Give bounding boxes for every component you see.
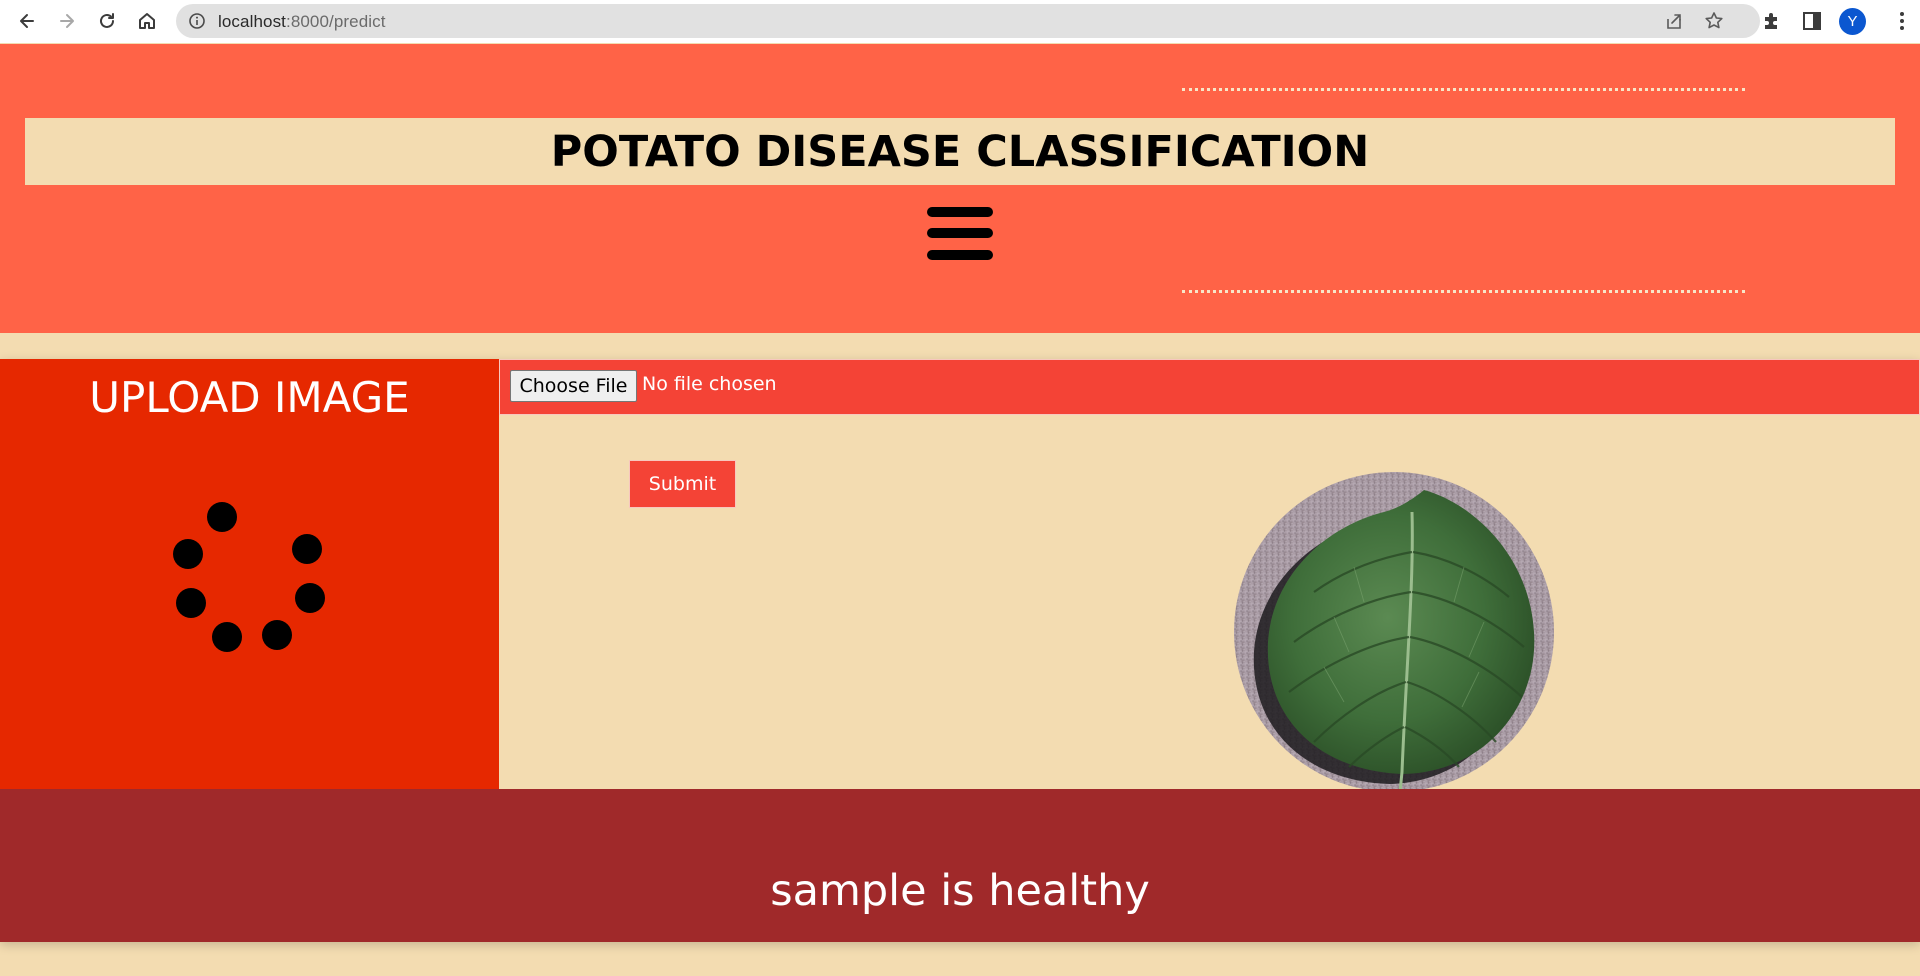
choose-file-button[interactable]: Choose File	[510, 370, 637, 402]
side-panel-icon[interactable]	[1801, 10, 1823, 32]
header-divider-top	[1182, 88, 1745, 91]
more-menu-icon[interactable]	[1898, 10, 1906, 32]
header-divider-bottom	[1182, 290, 1745, 293]
back-arrow-icon[interactable]	[13, 7, 41, 35]
url-path: :8000/predict	[286, 12, 386, 31]
star-icon[interactable]	[1704, 11, 1724, 31]
loading-spinner-icon	[0, 359, 499, 789]
url-host: localhost	[218, 12, 286, 31]
submit-button[interactable]: Submit	[629, 460, 736, 508]
forward-arrow-icon[interactable]	[53, 7, 81, 35]
uploaded-leaf-image	[1234, 472, 1554, 792]
home-icon[interactable]	[133, 7, 161, 35]
reload-icon[interactable]	[93, 7, 121, 35]
share-icon[interactable]	[1664, 11, 1684, 31]
result-bar: sample is healthy	[0, 789, 1920, 942]
prediction-result-text: sample is healthy	[770, 866, 1150, 916]
hamburger-menu-icon[interactable]	[927, 205, 993, 265]
file-input-bar: Choose File No file chosen	[499, 359, 1920, 415]
preview-area: Submit	[499, 415, 1920, 792]
extensions-icon[interactable]	[1761, 10, 1783, 32]
page-title: POTATO DISEASE CLASSIFICATION	[550, 126, 1370, 177]
address-bar[interactable]: localhost:8000/predict	[176, 4, 1760, 38]
file-status-text: No file chosen	[642, 373, 777, 395]
title-band: POTATO DISEASE CLASSIFICATION	[25, 118, 1895, 185]
browser-toolbar: localhost:8000/predict Y	[0, 0, 1920, 43]
site-info-icon[interactable]	[188, 12, 206, 30]
upload-panel: UPLOAD IMAGE	[0, 359, 499, 789]
url-text: localhost:8000/predict	[218, 12, 386, 32]
profile-avatar[interactable]: Y	[1839, 8, 1866, 35]
page-header: POTATO DISEASE CLASSIFICATION	[0, 44, 1920, 333]
